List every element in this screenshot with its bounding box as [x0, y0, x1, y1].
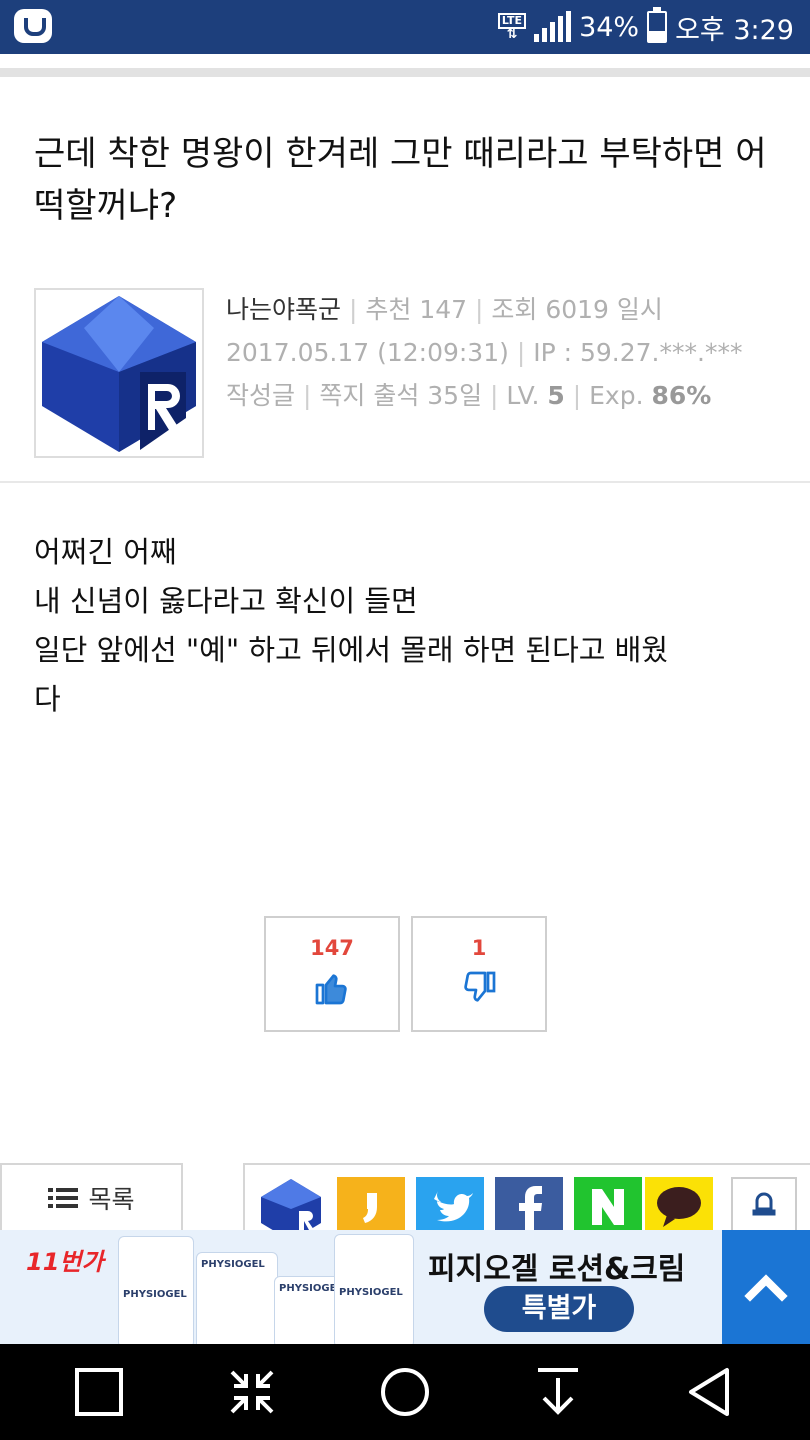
- level-value: 5: [547, 381, 565, 410]
- views-label: 조회: [491, 295, 538, 324]
- naver-icon[interactable]: [574, 1177, 642, 1231]
- content-divider: [0, 481, 810, 483]
- site-logo-icon: [42, 296, 196, 452]
- clock: 오후 3:29: [675, 14, 794, 46]
- battery-icon: [647, 7, 668, 43]
- twitter-icon[interactable]: [416, 1177, 484, 1231]
- recent-apps-icon[interactable]: [71, 1364, 127, 1420]
- body-line: 어쩌긴 어째: [34, 535, 177, 569]
- top-divider: [0, 68, 810, 77]
- post-meta: 나는야폭군 | 추천 147 | 조회 6019 일시 2017.05.17 (…: [226, 295, 743, 410]
- home-icon[interactable]: [377, 1364, 433, 1420]
- site-logo-icon[interactable]: [257, 1177, 325, 1233]
- list-icon: [48, 1188, 79, 1208]
- product-image: PHYSIOGEL: [196, 1252, 278, 1344]
- ad-headline: 피지오겔 로션&크림: [428, 1252, 686, 1287]
- list-button[interactable]: 목록: [0, 1163, 183, 1233]
- recommend-label: 추천: [365, 295, 412, 324]
- ip-label: IP :: [533, 338, 573, 367]
- ad-banner[interactable]: 11번가 PHYSIOGEL PHYSIOGEL PHYSIOGEL PHYSI…: [0, 1230, 722, 1344]
- thumbs-up-icon: [315, 974, 347, 1005]
- body-line: 일단 앞에선 "예" 하고 뒤에서 몰래 하면 된다고 배웠: [34, 633, 669, 667]
- author-nickname[interactable]: 나는야폭군: [226, 295, 341, 324]
- exp-value: 86%: [651, 381, 712, 410]
- dual-window-icon[interactable]: [224, 1364, 280, 1420]
- product-image: PHYSIOGEL: [334, 1234, 414, 1344]
- ad-brand: 11번가: [26, 1248, 104, 1276]
- carrier-logo-icon: [14, 9, 52, 43]
- post-datetime: 2017.05.17 (12:09:31): [226, 338, 509, 367]
- level-label: LV.: [506, 381, 540, 410]
- list-button-label: 목록: [88, 1185, 135, 1214]
- share-bar: [243, 1163, 810, 1233]
- notification-pull-icon[interactable]: [530, 1364, 586, 1420]
- exp-label: Exp.: [589, 381, 644, 410]
- upvote-button[interactable]: 147: [264, 916, 400, 1032]
- back-icon[interactable]: [683, 1364, 739, 1420]
- recommend-count: 147: [419, 295, 468, 324]
- attendance: 출석 35일: [373, 381, 483, 410]
- kakaotalk-icon[interactable]: [645, 1177, 713, 1231]
- navigation-bar: [0, 1344, 810, 1440]
- ip-address: 59.27.***.***: [579, 338, 743, 367]
- ad-badge: 특별가: [484, 1286, 634, 1332]
- product-image: PHYSIOGEL: [118, 1236, 194, 1344]
- post-body: 어쩌긴 어째 내 신념이 옳다라고 확신이 들면 일단 앞에선 "예" 하고 뒤…: [34, 528, 774, 724]
- kakaostory-icon[interactable]: [337, 1177, 405, 1231]
- downvote-button[interactable]: 1: [411, 916, 547, 1032]
- thumbs-down-icon: [464, 971, 496, 1002]
- facebook-icon[interactable]: [495, 1177, 563, 1231]
- downvote-count: 1: [471, 936, 487, 960]
- date-label: 일시: [616, 295, 663, 324]
- body-line: 다: [34, 682, 61, 716]
- scroll-top-button[interactable]: [722, 1230, 810, 1344]
- chevron-up-icon: [744, 1274, 788, 1302]
- battery-percent: 34%: [579, 11, 640, 43]
- status-bar: LTE ⇅ 34% 오후 3:29: [0, 0, 810, 54]
- views-count: 6019: [545, 295, 609, 324]
- author-posts-link[interactable]: 작성글: [226, 381, 295, 410]
- send-message-link[interactable]: 쪽지: [319, 381, 365, 410]
- notification-bell-icon[interactable]: [731, 1177, 797, 1231]
- upvote-count: 147: [310, 936, 354, 960]
- author-avatar[interactable]: [34, 288, 204, 458]
- product-image: PHYSIOGEL: [274, 1276, 343, 1344]
- signal-icon: [534, 11, 572, 42]
- lte-icon: LTE ⇅: [497, 13, 527, 41]
- body-line: 내 신념이 옳다라고 확신이 들면: [34, 584, 418, 618]
- post-title: 근데 착한 명왕이 한겨레 그만 때리라고 부탁하면 어떡할꺼냐?: [34, 134, 767, 226]
